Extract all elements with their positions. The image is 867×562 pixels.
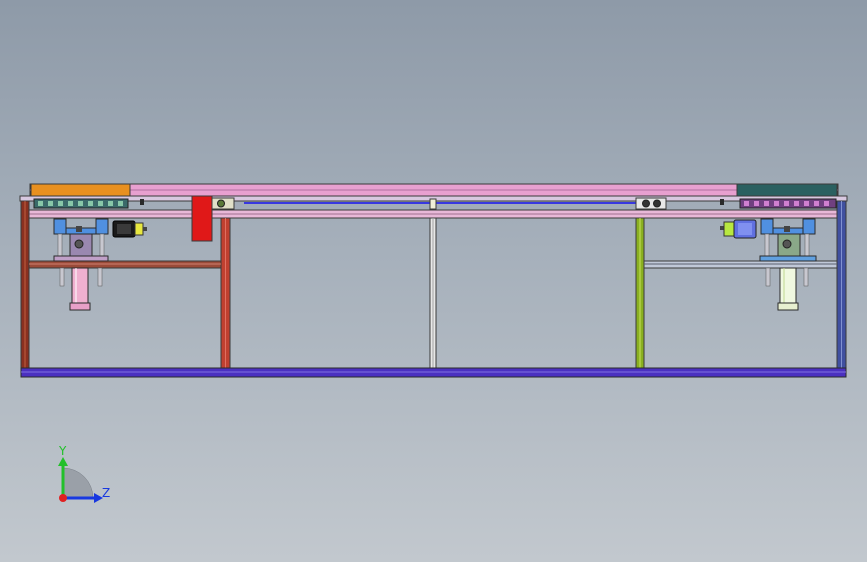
z-axis-label: Z bbox=[102, 486, 110, 500]
coordinate-triad: Y Z bbox=[58, 444, 110, 503]
cad-viewport[interactable]: Y Z bbox=[0, 0, 867, 562]
left-motor bbox=[112, 220, 147, 238]
left-top-block bbox=[30, 183, 131, 197]
right-motor bbox=[720, 219, 757, 239]
triad-quadrant bbox=[62, 467, 94, 499]
right-top-block bbox=[736, 183, 838, 197]
guide-carriage bbox=[429, 198, 437, 210]
red-actuator-block bbox=[191, 195, 213, 242]
y-axis-arrow-icon bbox=[58, 457, 68, 466]
x-axis-origin-icon bbox=[59, 494, 67, 502]
y-axis-label: Y bbox=[58, 444, 67, 458]
right-bearing bbox=[635, 197, 667, 210]
machine-frame-assembly bbox=[19, 183, 848, 378]
